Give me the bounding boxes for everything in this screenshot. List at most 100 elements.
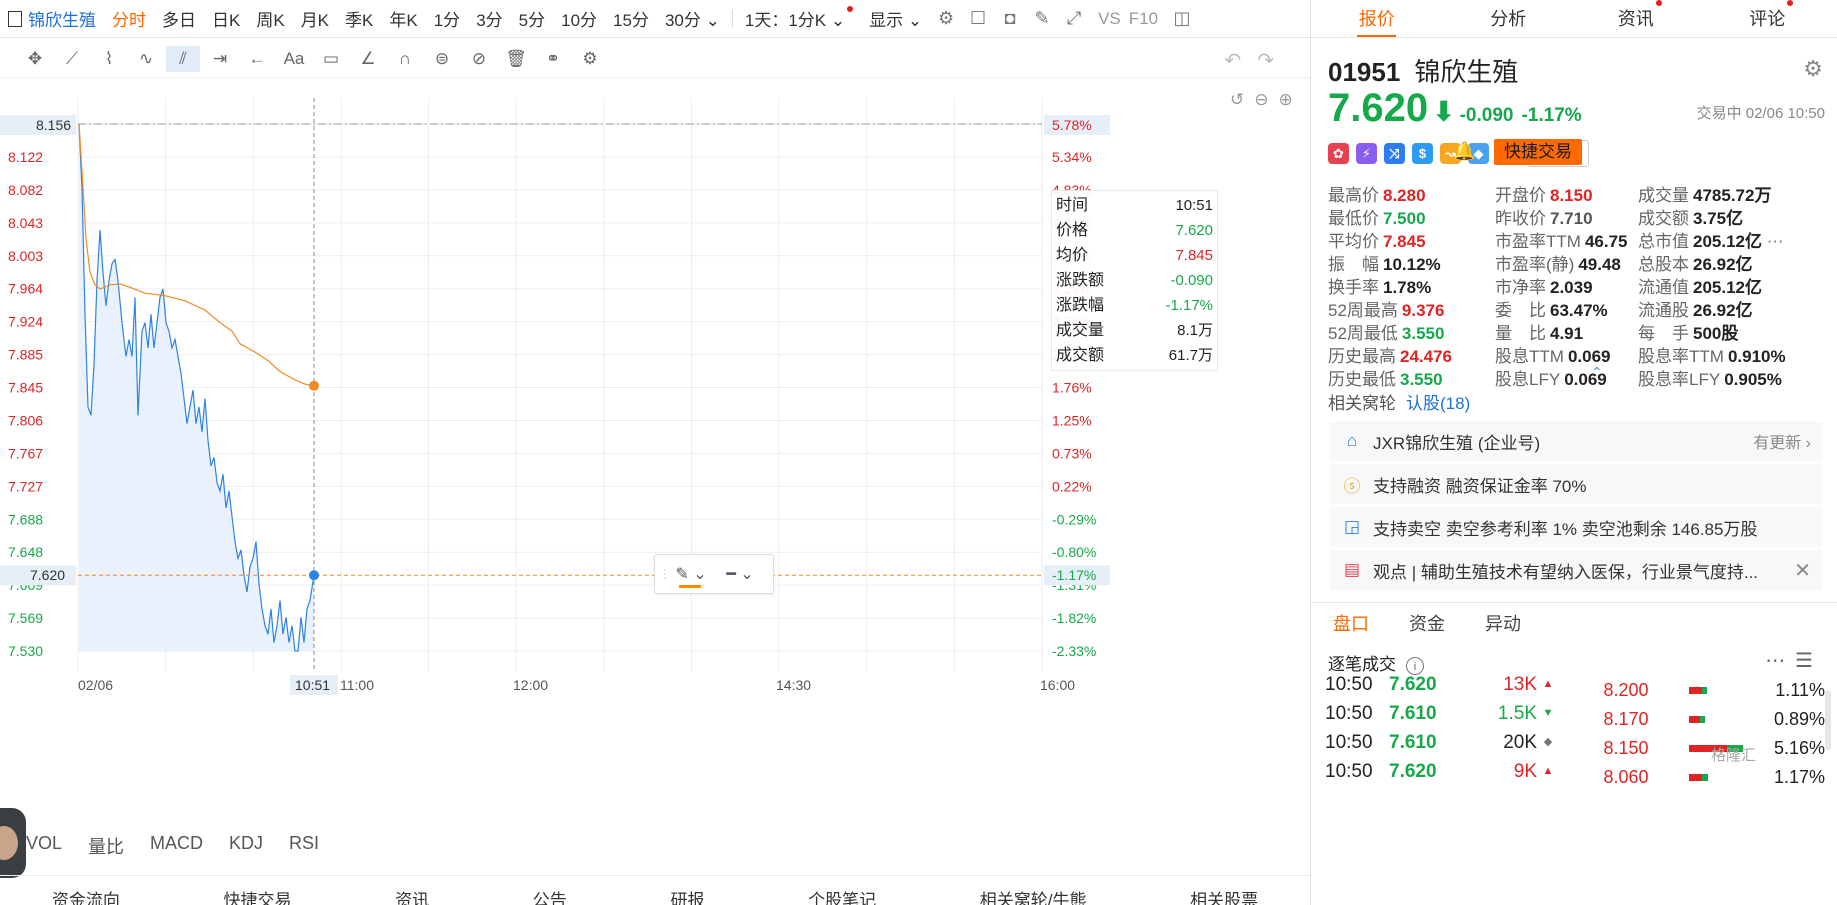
zoom-controls[interactable]: ↺⊖⊕ <box>1230 90 1303 110</box>
tab-capital[interactable]: 资金 <box>1409 610 1445 636</box>
nav-announcements[interactable]: 公告 <box>533 886 567 905</box>
indicator-tab-vol[interactable]: VOL <box>26 833 62 859</box>
line-style-icon[interactable]: ━ ⌄ <box>713 564 767 584</box>
tab-monthly-k[interactable]: 月K <box>293 6 337 31</box>
tab-30min[interactable]: 30分 ⌄ <box>657 6 728 31</box>
f10-button[interactable]: F10 <box>1129 9 1166 29</box>
tab-daily-k[interactable]: 日K <box>204 6 248 31</box>
period-select[interactable]: 1天：1分K ⌄ <box>737 6 861 31</box>
vs-button[interactable]: VS <box>1090 9 1129 29</box>
arrow-tool-icon[interactable]: ← <box>240 46 274 72</box>
nav-quick-trade[interactable]: 快捷交易 <box>223 886 291 905</box>
nav-research[interactable]: 研报 <box>670 886 704 905</box>
tab-intraday[interactable]: 分时 <box>104 6 154 31</box>
company-account-card[interactable]: ⌂ JXR锦欣生殖 (企业号) 有更新 › <box>1329 421 1823 461</box>
settings-icon[interactable]: ⚙ <box>935 8 957 30</box>
tab-15min[interactable]: 15分 <box>605 6 657 31</box>
tab-quarterly-k[interactable]: 季K <box>337 6 381 31</box>
line-tool-icon[interactable]: ⟋ <box>55 46 89 72</box>
indicator-tab-macd[interactable]: MACD <box>150 833 203 859</box>
comment-tool-icon[interactable]: ▭ <box>314 46 348 72</box>
tab-multiday[interactable]: 多日 <box>154 6 204 31</box>
undo-redo-icon[interactable]: ↶↷ <box>1224 48 1290 73</box>
stat-cell: 量 比 4.91 <box>1495 322 1638 345</box>
ruler-tool-icon[interactable]: ∠ <box>351 46 385 72</box>
level2-icon[interactable]: ⚡ <box>1356 143 1377 164</box>
tab-unusual[interactable]: 异动 <box>1485 610 1521 636</box>
measure-tool-icon[interactable]: ⇥ <box>203 46 237 72</box>
display-select[interactable]: 显示 ⌄ <box>861 6 930 31</box>
sidebar-toggle-icon[interactable] <box>8 10 22 27</box>
user-avatar[interactable] <box>0 808 26 878</box>
indicator-tab-volume-ratio[interactable]: 量比 <box>88 833 124 859</box>
tab-5min[interactable]: 5分 <box>511 6 553 31</box>
tab-quote[interactable]: 报价 <box>1311 0 1443 37</box>
warrant-link[interactable]: 认股(18) <box>1406 394 1470 413</box>
stock-selector[interactable]: 锦欣生殖 <box>0 6 104 31</box>
link-icon[interactable]: ⚭ <box>536 46 570 72</box>
ticker-options[interactable]: ⋯☰ <box>1765 648 1823 673</box>
channel-tool-icon[interactable]: ⫽ <box>166 45 200 72</box>
tab-comments[interactable]: 评论 <box>1706 0 1837 37</box>
right-axis-tick: 0.73% <box>1052 445 1092 461</box>
nav-news[interactable]: 资讯 <box>395 886 429 905</box>
hk-flag-icon[interactable]: ✿ <box>1328 143 1349 164</box>
collapse-chevron-icon[interactable]: ⌃ <box>1591 364 1603 381</box>
highlighter-icon[interactable]: ✎ ⌄ <box>669 564 713 588</box>
square-tool-icon[interactable]: ☐ <box>967 8 989 30</box>
short-sell-card[interactable]: ◲ 支持卖空 卖空参考利率 1% 卖空池剩余 146.85万股 <box>1329 507 1823 547</box>
zoom-in-icon[interactable]: ⊕ <box>1279 90 1303 109</box>
scrollbar[interactable] <box>1825 690 1831 750</box>
zoom-out-icon[interactable]: ⊖ <box>1254 90 1278 109</box>
tab-1min[interactable]: 1分 <box>426 6 468 31</box>
nav-stock-notes[interactable]: 个股笔记 <box>808 886 876 905</box>
nav-related-stocks[interactable]: 相关股票 <box>1190 886 1258 905</box>
indicator-tab-kdj[interactable]: KDJ <box>229 833 263 859</box>
bell-icon[interactable]: 🔔 <box>1453 141 1475 162</box>
margin-card[interactable]: ⓢ 支持融资 融资保证金率 70% <box>1329 464 1823 504</box>
chart-canvas[interactable]: 8.122 8.082 8.043 8.003 7.964 7.924 7.885 7.845… <box>0 78 1310 818</box>
tab-analysis[interactable]: 分析 <box>1443 0 1575 37</box>
info-label: 成交量 <box>1056 322 1105 339</box>
drag-handle-icon[interactable]: ⋮ <box>659 567 671 581</box>
panel-toggle-icon[interactable]: ◫ <box>1171 8 1193 30</box>
stats-row: 平均价 7.845 市盈率TTM 46.75 总市值 205.12亿 ⋯ <box>1328 230 1833 253</box>
intraday-chart[interactable]: 8.122 8.082 8.043 8.003 7.964 7.924 7.885 7.845… <box>0 78 1310 818</box>
polyline-tool-icon[interactable]: ⌇ <box>92 46 126 72</box>
depth-price: 8.170 <box>1603 709 1649 729</box>
quick-trade-button[interactable]: 快捷交易 <box>1494 139 1582 165</box>
wave-tool-icon[interactable]: ∿ <box>129 46 163 72</box>
text-tool-icon[interactable]: Aa <box>277 46 311 72</box>
more-icon[interactable]: ⋯ <box>1762 232 1784 251</box>
tab-weekly-k[interactable]: 周K <box>248 6 292 31</box>
reset-zoom-icon[interactable]: ↺ <box>1230 90 1254 109</box>
tab-10min[interactable]: 10分 <box>553 6 605 31</box>
floating-draw-tool[interactable]: ⋮ ✎ ⌄ ━ ⌄ <box>654 554 774 594</box>
magnet-icon[interactable]: ∩ <box>388 46 422 72</box>
nav-capital-flow[interactable]: 资金流向 <box>52 886 120 905</box>
trade-ticker-list: 10:50 7.620 13K ▲ 10:50 7.610 1.5K ▼ 10:50 7.610 2… <box>1325 670 1565 786</box>
dollar-icon[interactable]: $ <box>1412 143 1433 164</box>
lock-drawings-icon[interactable]: ⊜ <box>425 46 459 72</box>
pct-marker-label: -1.17% <box>1052 567 1096 583</box>
warrant-row: 相关窝轮 认股(18) <box>1328 389 1470 414</box>
move-icon[interactable]: ✥ <box>18 46 52 72</box>
pencil-icon[interactable]: ✎ <box>1031 8 1053 30</box>
tab-3min[interactable]: 3分 <box>468 6 510 31</box>
fullscreen-icon[interactable]: ⤢ <box>1063 8 1085 30</box>
left-axis-tick: 7.845 <box>8 380 43 396</box>
nav-warrants[interactable]: 相关窝轮/牛熊 <box>980 886 1087 905</box>
delete-drawings-icon[interactable]: 🗑 <box>499 46 533 72</box>
camera-icon[interactable]: ◘ <box>999 8 1021 30</box>
hide-drawings-icon[interactable]: ⊘ <box>462 46 496 72</box>
tab-news-right[interactable]: 资讯 <box>1574 0 1706 37</box>
shuffle-icon[interactable]: ⤨ <box>1384 143 1405 164</box>
indicator-tab-rsi[interactable]: RSI <box>289 833 319 859</box>
stat-label: 开盘价 <box>1495 186 1546 205</box>
tab-yearly-k[interactable]: 年K <box>381 6 425 31</box>
gear-icon[interactable]: ⚙ <box>1803 56 1823 82</box>
tab-orderbook[interactable]: 盘口 <box>1333 610 1369 636</box>
draw-settings-icon[interactable]: ⚙ <box>573 46 607 72</box>
opinion-card[interactable]: ▤ 观点 | 辅助生殖技术有望纳入医保，行业景气度持... ✕ <box>1329 550 1823 590</box>
close-icon[interactable]: ✕ <box>1794 558 1811 583</box>
